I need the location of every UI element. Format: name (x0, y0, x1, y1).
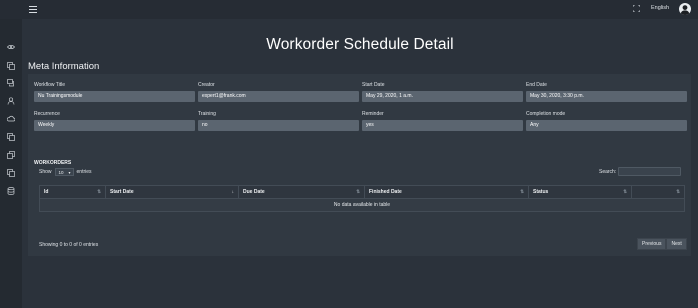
field-value: May 30, 2020, 3:30 p.m. (526, 91, 687, 102)
empty-table-message: No data available in table (39, 199, 685, 212)
hamburger-icon[interactable] (29, 6, 37, 13)
user-avatar[interactable] (679, 3, 691, 15)
column-header-due-date[interactable]: Due Date ⇅ (239, 186, 365, 198)
cloud-icon[interactable] (7, 115, 15, 123)
language-selector[interactable]: English (651, 5, 669, 11)
entries-label: entries (76, 169, 92, 175)
sort-icon: ⇅ (623, 189, 627, 194)
meta-section-title: Meta Information (28, 61, 100, 72)
field-end-date: End Date May 30, 2020, 3:30 p.m. (526, 82, 687, 102)
page-title: Workorder Schedule Detail (266, 36, 454, 53)
pagination: Previous Next (637, 238, 687, 250)
table-info: Showing 0 to 0 of 0 entries (39, 242, 99, 248)
field-reminder: Reminder yes (362, 111, 523, 131)
database-icon[interactable] (7, 187, 15, 195)
column-header-start-date[interactable]: Start Date ↓ (106, 186, 239, 198)
column-label: Finished Date (369, 189, 402, 195)
field-label: Completion mode (526, 111, 566, 117)
field-workflow-title: Workflow Title Nu Trainingsmodule (34, 82, 195, 102)
column-label: Due Date (243, 189, 265, 195)
search-input[interactable] (618, 167, 681, 176)
previous-button[interactable]: Previous (637, 238, 667, 250)
workorders-title: WORKORDERS (34, 160, 72, 166)
chevron-down-icon: ▾ (68, 170, 71, 175)
sort-icon: ⇅ (520, 189, 524, 194)
user-icon[interactable] (7, 97, 15, 105)
field-label: Start Date (362, 82, 385, 88)
column-header-finished-date[interactable]: Finished Date ⇅ (365, 186, 529, 198)
sort-desc-icon: ↓ (231, 189, 234, 194)
field-label: Training (198, 111, 216, 117)
search-label: Search: (599, 169, 617, 175)
top-bar: English (0, 0, 698, 19)
field-value: yes (362, 120, 523, 131)
field-label: Recurrence (34, 111, 60, 117)
field-recurrence: Recurrence Weekly (34, 111, 195, 131)
meta-card: Workflow Title Nu Trainingsmodule Creato… (28, 74, 691, 168)
expand-icon[interactable] (633, 5, 640, 12)
field-label: End Date (526, 82, 547, 88)
clipboard-icon[interactable] (7, 151, 15, 159)
show-label: Show (39, 169, 52, 175)
column-header-actions[interactable]: ⇅ (632, 186, 684, 198)
entries-select-value: 10 (58, 170, 64, 175)
next-button[interactable]: Next (666, 238, 687, 250)
copy-icon[interactable] (7, 169, 15, 177)
field-creator: Creator expert1@frank.com (198, 82, 359, 102)
sidebar (0, 19, 22, 308)
field-completion-mode: Completion mode Any (526, 111, 687, 131)
chat-icon[interactable] (7, 79, 15, 87)
field-value: May 29, 2020, 1 a.m. (362, 91, 523, 102)
column-label: Status (533, 189, 549, 195)
copy-icon[interactable] (7, 62, 15, 70)
sort-icon: ⇅ (676, 189, 680, 194)
sort-icon: ⇅ (97, 189, 101, 194)
field-label: Workflow Title (34, 82, 66, 88)
field-value: no (198, 120, 359, 131)
field-value: expert1@frank.com (198, 91, 359, 102)
column-label: Start Date (110, 189, 134, 195)
entries-select[interactable]: 10 ▾ (54, 168, 74, 176)
field-label: Creator (198, 82, 215, 88)
copy-icon[interactable] (7, 133, 15, 141)
entries-length-control: Show 10 ▾ entries (39, 168, 92, 176)
sort-icon: ⇅ (356, 189, 360, 194)
field-start-date: Start Date May 29, 2020, 1 a.m. (362, 82, 523, 102)
field-value: Weekly (34, 120, 195, 131)
field-training: Training no (198, 111, 359, 131)
workorders-table: Id ⇅ Start Date ↓ Due Date ⇅ Finished Date ⇅… (39, 185, 685, 212)
column-header-id[interactable]: Id ⇅ (40, 186, 106, 198)
field-label: Reminder (362, 111, 384, 117)
field-value: Nu Trainingsmodule (34, 91, 195, 102)
main-content: Workorder Schedule Detail Meta Informati… (22, 19, 698, 308)
field-value: Any (526, 120, 687, 131)
eye-icon[interactable] (7, 43, 15, 51)
column-label: Id (44, 189, 49, 195)
column-header-status[interactable]: Status ⇅ (529, 186, 632, 198)
workorders-card: WORKORDERS Show 10 ▾ entries Search: Id ⇅… (28, 156, 691, 256)
table-header: Id ⇅ Start Date ↓ Due Date ⇅ Finished Date ⇅… (39, 185, 685, 199)
